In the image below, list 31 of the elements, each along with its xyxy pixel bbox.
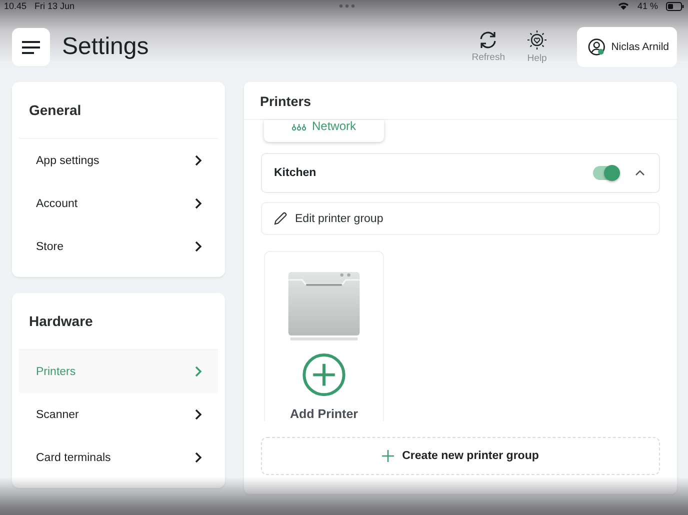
chevron-right-icon bbox=[195, 366, 202, 377]
more-dots-icon bbox=[338, 4, 355, 8]
status-time: 10.45 bbox=[4, 1, 27, 11]
chevron-right-icon bbox=[195, 241, 202, 252]
group-name: Kitchen bbox=[274, 167, 318, 179]
page-title: Settings bbox=[62, 33, 149, 61]
pencil-icon bbox=[274, 212, 287, 225]
chevron-right-icon bbox=[195, 198, 202, 209]
chevron-up-icon[interactable] bbox=[635, 170, 645, 176]
user-account-button[interactable]: Niclas Arnild bbox=[577, 27, 677, 67]
group-toggle[interactable] bbox=[593, 166, 619, 180]
refresh-icon bbox=[478, 31, 498, 49]
add-circle-icon bbox=[302, 353, 346, 397]
menu-icon bbox=[22, 40, 40, 54]
panel-title: Printers bbox=[244, 82, 677, 120]
create-group-button[interactable]: Create new printer group bbox=[261, 437, 660, 475]
chevron-right-icon bbox=[195, 452, 202, 463]
sun-heart-icon bbox=[527, 30, 547, 50]
status-date: Fri 13 Jun bbox=[34, 1, 75, 11]
plus-icon bbox=[382, 450, 394, 462]
battery-percent: 41 % bbox=[637, 1, 658, 11]
edit-group-button[interactable]: Edit printer group bbox=[261, 202, 660, 235]
menu-button[interactable] bbox=[12, 28, 50, 66]
connection-label: Network bbox=[312, 120, 356, 132]
battery-icon bbox=[666, 2, 684, 10]
chevron-right-icon bbox=[195, 409, 202, 420]
chevron-right-icon bbox=[195, 155, 202, 166]
add-printer-card[interactable]: Add Printer bbox=[264, 251, 384, 421]
wifi-icon bbox=[618, 2, 630, 10]
network-icon bbox=[292, 123, 306, 131]
user-avatar-icon bbox=[588, 38, 606, 56]
